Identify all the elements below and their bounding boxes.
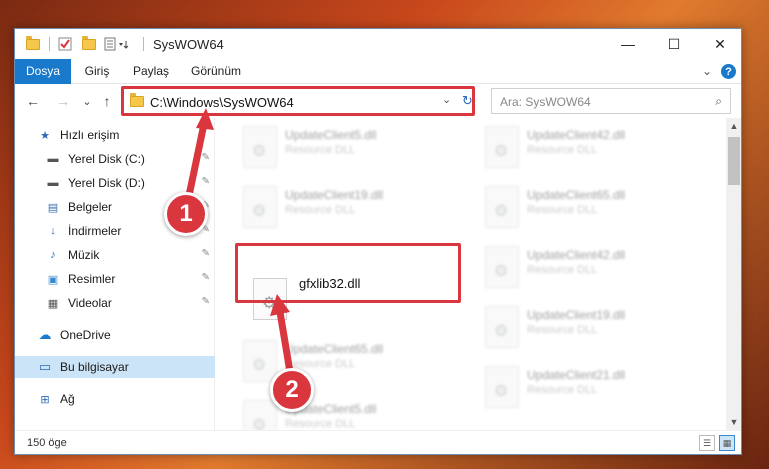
step-1-badge: 1 [164, 192, 208, 236]
arrow-2-head [270, 294, 290, 316]
callout-arrows [182, 108, 296, 388]
arrow-1-head [196, 108, 214, 130]
step-2-badge: 2 [270, 368, 314, 412]
